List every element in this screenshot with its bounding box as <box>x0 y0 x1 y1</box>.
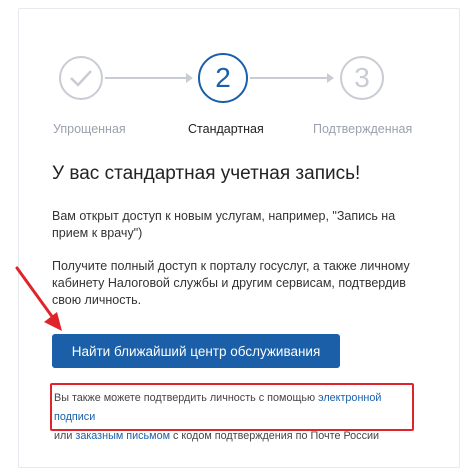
red-arrow-annotation <box>15 266 62 331</box>
